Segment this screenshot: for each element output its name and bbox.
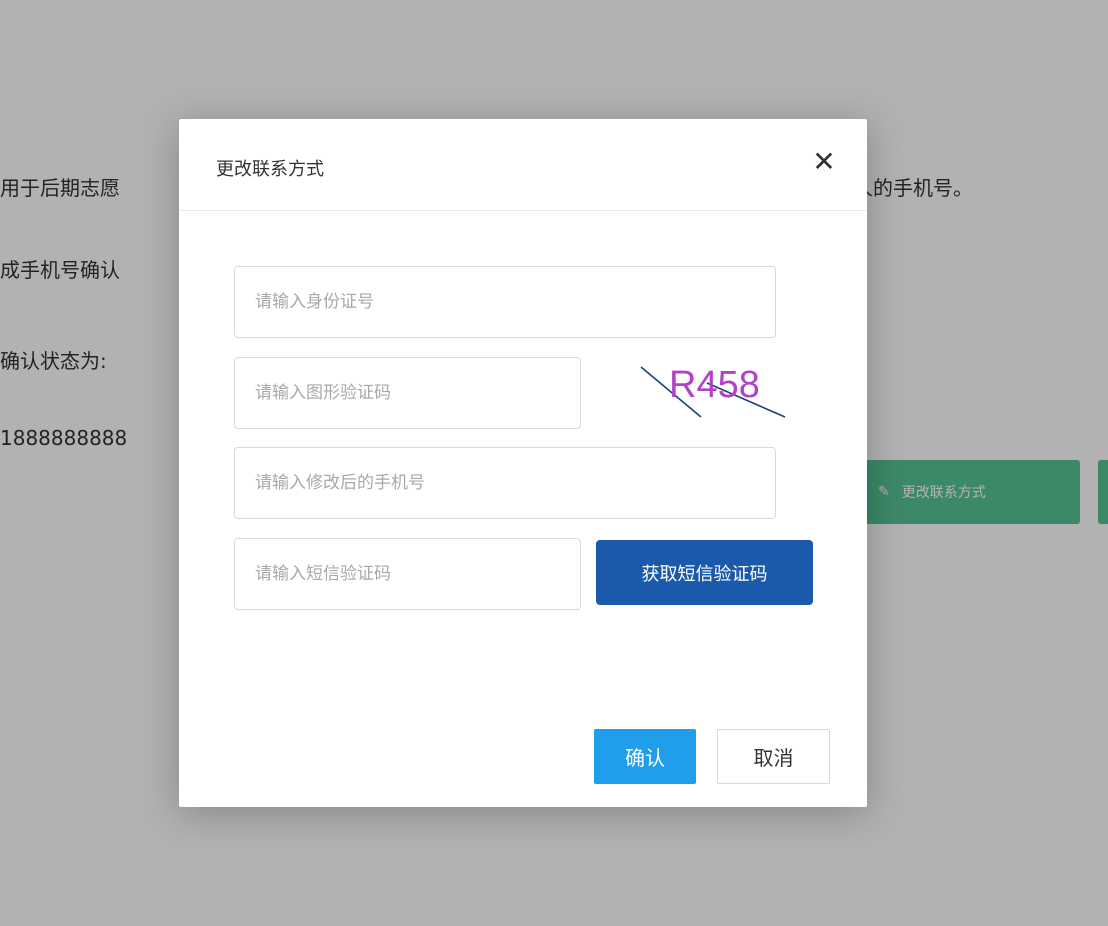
captcha-image[interactable]: R458: [639, 355, 789, 425]
cancel-button[interactable]: 取消: [717, 729, 830, 784]
change-contact-dialog: 更改联系方式 ✕ R458 获取短信验证码 确认 取消: [179, 119, 867, 807]
id-number-input[interactable]: [234, 266, 776, 338]
captcha-input[interactable]: [234, 357, 581, 429]
new-phone-input[interactable]: [234, 447, 776, 519]
close-icon[interactable]: ✕: [809, 147, 839, 177]
sms-code-input[interactable]: [234, 538, 581, 610]
dialog-title: 更改联系方式: [216, 159, 324, 180]
confirm-button[interactable]: 确认: [594, 729, 696, 784]
captcha-text: R458: [669, 364, 760, 406]
get-sms-code-button[interactable]: 获取短信验证码: [596, 540, 813, 605]
dialog-header: 更改联系方式 ✕: [179, 119, 867, 211]
